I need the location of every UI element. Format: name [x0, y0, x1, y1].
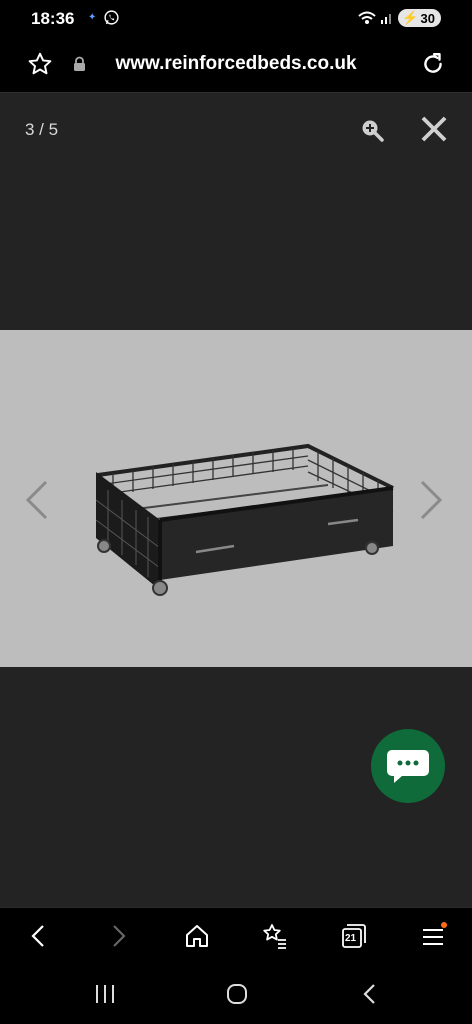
- menu-icon: [423, 922, 447, 945]
- address-bar: www.reinforcedbeds.co.uk: [0, 38, 472, 93]
- forward-icon[interactable]: [104, 922, 132, 950]
- system-back-icon[interactable]: [357, 981, 383, 1007]
- system-navigation: [0, 967, 472, 1024]
- browser-toolbar: 21: [0, 907, 472, 968]
- chevron-right-icon[interactable]: [418, 480, 446, 520]
- menu-button[interactable]: [419, 922, 447, 950]
- home-button-icon[interactable]: [224, 981, 250, 1007]
- signal-icon: [381, 14, 392, 24]
- tabs-count: 21: [345, 933, 357, 944]
- recent-apps-icon[interactable]: [92, 981, 118, 1007]
- zoom-in-icon[interactable]: [360, 118, 384, 142]
- whatsapp-icon: [104, 10, 119, 25]
- product-photo: [0, 330, 472, 667]
- wifi-icon: [358, 11, 377, 24]
- battery-indicator: ⚡ 30: [398, 9, 441, 27]
- status-time: 18:36: [31, 9, 75, 28]
- chat-bubble-icon: [387, 750, 429, 783]
- back-icon[interactable]: [25, 922, 53, 950]
- url-field[interactable]: www.reinforcedbeds.co.uk: [0, 53, 472, 75]
- image-counter: 3 / 5: [25, 120, 59, 139]
- reload-icon[interactable]: [420, 51, 446, 77]
- status-indicators: ⚡ 30: [358, 9, 441, 27]
- chevron-left-icon[interactable]: [22, 480, 50, 520]
- close-icon[interactable]: [421, 116, 447, 142]
- bookmarks-icon[interactable]: [261, 922, 289, 950]
- battery-bolt-icon: ⚡: [402, 10, 419, 25]
- sparkle-icon: ✦: [88, 12, 97, 23]
- status-bar: 18:36 ✦ ⚡ 30: [0, 0, 472, 38]
- chat-button[interactable]: [371, 729, 445, 803]
- tabs-button[interactable]: 21: [340, 922, 368, 950]
- bed-drawer-image: [95, 443, 394, 596]
- notification-dot: [441, 922, 447, 928]
- battery-level: 30: [420, 10, 435, 26]
- home-icon[interactable]: [183, 922, 211, 950]
